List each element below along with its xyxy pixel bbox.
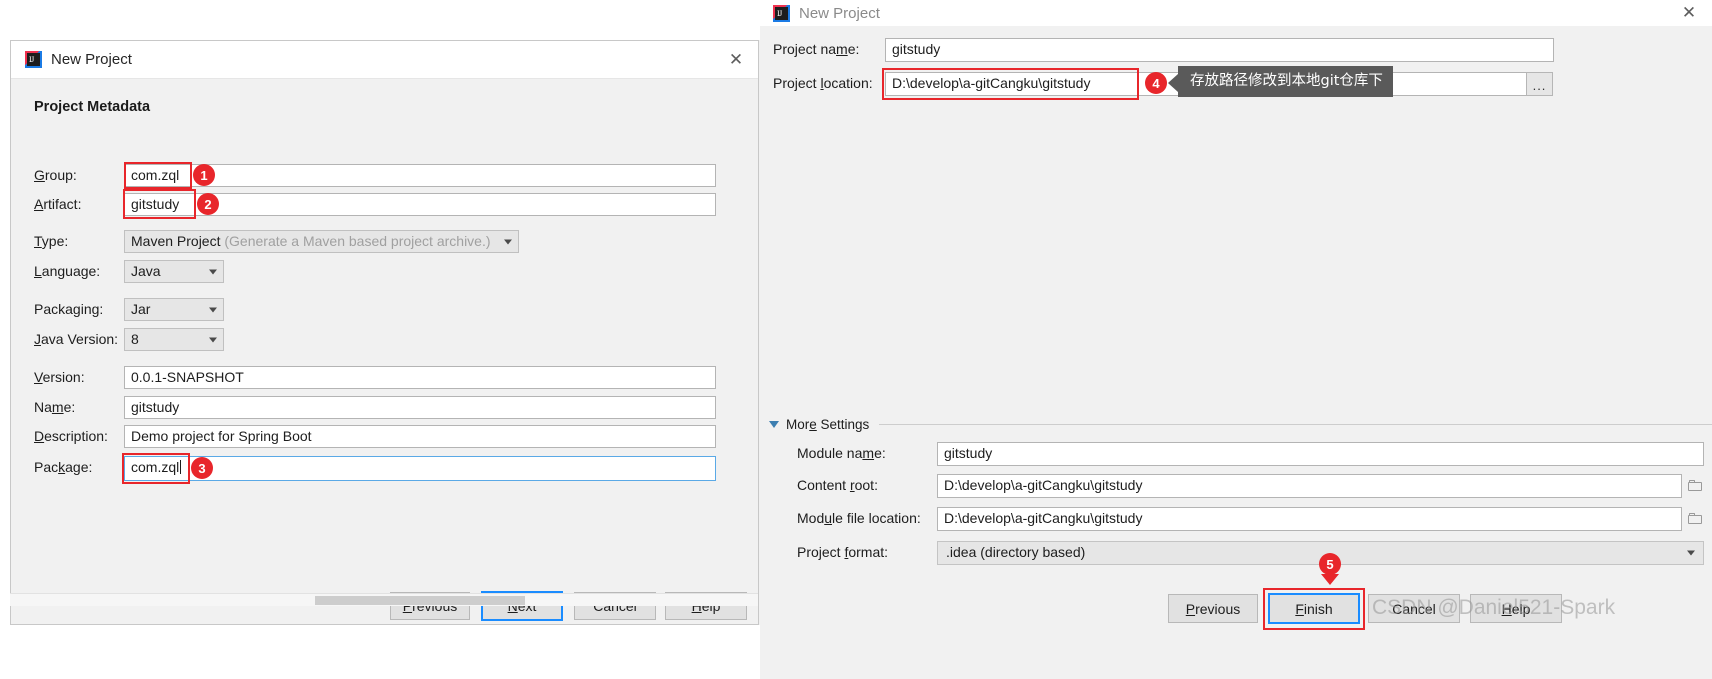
form-row-name: Name: gitstudy bbox=[11, 396, 759, 419]
form-row-group: Group: com.zql 1 bbox=[11, 162, 759, 189]
content-root-browse-button[interactable] bbox=[1683, 474, 1707, 498]
finish-button[interactable]: Finish bbox=[1268, 593, 1360, 624]
form-row-version: Version: 0.0.1-SNAPSHOT bbox=[11, 366, 759, 389]
top-edge bbox=[0, 0, 760, 40]
content-root-label: Content root: bbox=[797, 477, 878, 493]
form-row-type: Type: Maven Project (Generate a Maven ba… bbox=[11, 230, 759, 253]
chevron-down-icon bbox=[769, 421, 779, 428]
content-root-input[interactable]: D:\develop\a-gitCangku\gitstudy bbox=[937, 474, 1682, 498]
scrollbar-thumb[interactable] bbox=[315, 596, 525, 605]
right-dialog-titlebar: IJ New Project ✕ bbox=[759, 0, 1712, 26]
chevron-down-icon bbox=[504, 239, 512, 244]
more-settings-toggle[interactable]: More Settings bbox=[769, 417, 869, 432]
packaging-label: Packaging: bbox=[34, 301, 104, 317]
module-file-location-label: Module file location: bbox=[797, 510, 921, 526]
description-input[interactable]: Demo project for Spring Boot bbox=[124, 425, 716, 448]
annotation-marker-2: 2 bbox=[197, 193, 219, 215]
watermark: CSDN @Daniel521-Spark bbox=[1372, 596, 1616, 619]
more-settings-label: More Settings bbox=[786, 417, 870, 432]
annotation-marker-5: 5 bbox=[1319, 553, 1341, 575]
form-row-module-name: Module name: gitstudy bbox=[759, 442, 1712, 466]
form-row-project-name: Project name: gitstudy bbox=[759, 38, 1712, 62]
close-icon[interactable]: ✕ bbox=[1666, 0, 1712, 26]
bottom-edge bbox=[0, 625, 760, 679]
java-version-combo[interactable]: 8 bbox=[124, 328, 224, 351]
form-row-project-format: Project format: .idea (directory based) bbox=[759, 541, 1712, 565]
version-input[interactable]: 0.0.1-SNAPSHOT bbox=[124, 366, 716, 389]
module-file-location-input[interactable]: D:\develop\a-gitCangku\gitstudy bbox=[937, 507, 1682, 531]
module-name-input[interactable]: gitstudy bbox=[937, 442, 1704, 466]
right-previous-button[interactable]: Previous bbox=[1168, 594, 1258, 623]
language-combo[interactable]: Java bbox=[124, 260, 224, 283]
form-row-content-root: Content root: D:\develop\a-gitCangku\git… bbox=[759, 474, 1712, 498]
left-dialog-titlebar: IJ New Project ✕ bbox=[11, 41, 759, 79]
form-row-package: Package: com.zql 3 bbox=[11, 453, 759, 484]
project-location-label: Project location: bbox=[773, 75, 873, 91]
group-label: Group: bbox=[34, 167, 77, 183]
language-label: Language: bbox=[34, 263, 101, 279]
version-label: Version: bbox=[34, 369, 85, 385]
intellij-idea-icon: IJ bbox=[25, 51, 42, 68]
right-dialog-title: New Project bbox=[799, 4, 880, 22]
form-row-packaging: Packaging: Jar bbox=[11, 298, 759, 321]
name-label: Name: bbox=[34, 399, 76, 415]
left-dialog-body: Project Metadata Group: com.zql 1 Artifa… bbox=[11, 79, 759, 624]
annotation-marker-3: 3 bbox=[191, 457, 213, 479]
type-combo[interactable]: Maven Project (Generate a Maven based pr… bbox=[124, 230, 519, 253]
chevron-down-icon bbox=[1687, 550, 1695, 556]
screenshot-root: IJ New Project ✕ Project Metadata Group:… bbox=[0, 0, 1712, 679]
description-label: Description: bbox=[34, 428, 108, 444]
horizontal-scrollbar[interactable] bbox=[10, 593, 760, 606]
form-row-artifact: Artifact: gitstudy 2 bbox=[11, 189, 759, 219]
project-name-label: Project name: bbox=[773, 41, 860, 57]
name-input[interactable]: gitstudy bbox=[124, 396, 716, 419]
form-row-language: Language: Java bbox=[11, 260, 759, 283]
annotation-marker-1: 1 bbox=[193, 164, 215, 186]
form-row-java-version: Java Version: 8 bbox=[11, 328, 759, 351]
artifact-label: Artifact: bbox=[34, 196, 82, 212]
project-name-input[interactable]: gitstudy bbox=[885, 38, 1554, 62]
annotation-arrow-5 bbox=[1321, 574, 1339, 585]
chevron-down-icon bbox=[209, 269, 217, 274]
browse-location-button[interactable]: ... bbox=[1526, 72, 1553, 96]
form-row-module-file-location: Module file location: D:\develop\a-gitCa… bbox=[759, 507, 1712, 531]
package-label: Package: bbox=[34, 459, 93, 475]
location-tooltip: 存放路径修改到本地git仓库下 bbox=[1178, 66, 1393, 97]
module-name-label: Module name: bbox=[797, 445, 886, 461]
packaging-combo[interactable]: Jar bbox=[124, 298, 224, 321]
chevron-down-icon bbox=[209, 337, 217, 342]
chevron-down-icon bbox=[209, 307, 217, 312]
module-file-location-browse-button[interactable] bbox=[1683, 507, 1707, 531]
type-label: Type: bbox=[34, 233, 69, 249]
tooltip-arrow bbox=[1168, 74, 1178, 92]
right-dialog-body: Project name: gitstudy Project location:… bbox=[759, 26, 1712, 679]
folder-icon bbox=[1687, 480, 1703, 492]
new-project-dialog-step2: IJ New Project ✕ Project name: gitstudy … bbox=[758, 0, 1712, 679]
intellij-idea-icon: IJ bbox=[773, 4, 790, 22]
java-version-label: Java Version: bbox=[34, 331, 119, 347]
page-title: Project Metadata bbox=[34, 99, 151, 115]
left-edge bbox=[0, 0, 10, 679]
section-divider bbox=[879, 424, 1712, 425]
form-row-description: Description: Demo project for Spring Boo… bbox=[11, 425, 759, 448]
folder-icon bbox=[1687, 513, 1703, 525]
finish-button-label: Finish bbox=[1295, 600, 1333, 617]
annotation-marker-4: 4 bbox=[1145, 72, 1167, 94]
project-format-label: Project format: bbox=[797, 544, 889, 560]
new-project-dialog-step1: IJ New Project ✕ Project Metadata Group:… bbox=[10, 40, 760, 625]
left-dialog-title: New Project bbox=[51, 51, 132, 68]
close-icon[interactable]: ✕ bbox=[713, 41, 759, 78]
right-previous-button-label: Previous bbox=[1185, 600, 1241, 617]
